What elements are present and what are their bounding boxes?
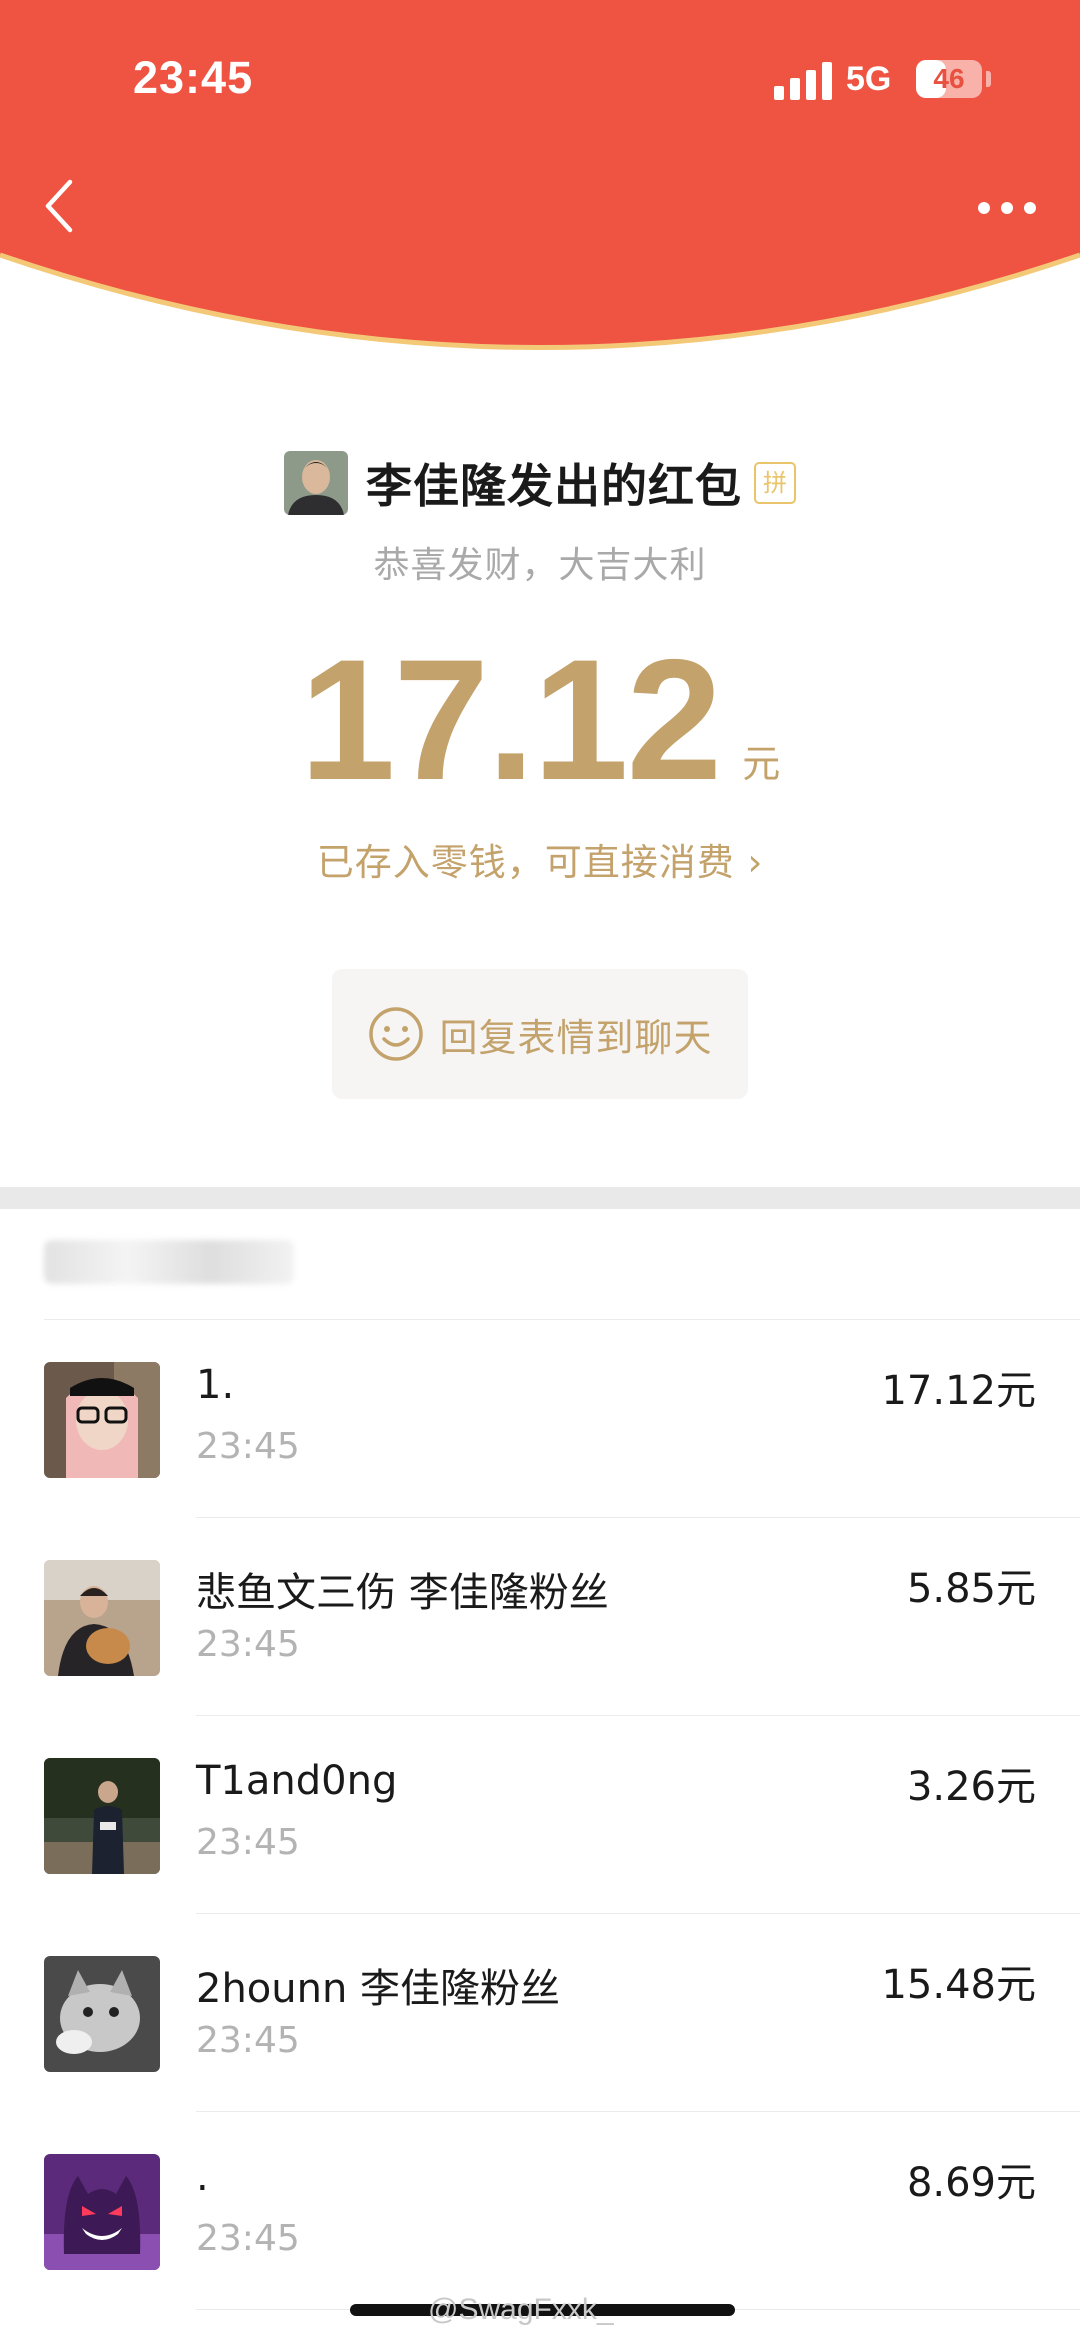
more-options-button[interactable]	[972, 190, 1042, 226]
recipient-row[interactable]: . 23:45 8.69元	[0, 2112, 1080, 2310]
recipient-time: 23:45	[196, 1426, 300, 1467]
recipient-time: 23:45	[196, 2218, 300, 2259]
watermark: @SwagFxxk_	[428, 2293, 614, 2326]
recipient-name: 1.	[196, 1362, 235, 1408]
recipient-name: .	[196, 2154, 209, 2200]
recipient-row[interactable]: 2hounn 李佳隆粉丝 23:45 15.48元	[0, 1914, 1080, 2112]
recipient-name: 悲鱼文三伤 李佳隆粉丝	[196, 1570, 609, 1616]
recipient-name: T1and0ng	[196, 1758, 398, 1804]
status-time: 23:45	[133, 52, 254, 103]
sender-row: 李佳隆发出的红包 拼	[0, 448, 1080, 518]
blurred-summary	[44, 1240, 294, 1284]
blessing-text: 恭喜发财，大吉大利	[373, 545, 707, 586]
recipient-avatar[interactable]	[44, 1956, 160, 2072]
recipient-amount: 5.85元	[906, 1566, 1036, 1612]
recipient-time: 23:45	[196, 1624, 300, 1665]
recipient-row[interactable]: 悲鱼文三伤 李佳隆粉丝 23:45 5.85元	[0, 1518, 1080, 1716]
recipient-amount: 3.26元	[906, 1764, 1036, 1810]
reply-sticker-button[interactable]: 回复表情到聊天	[332, 969, 748, 1099]
red-packet-header: 23:45 5G 46	[0, 0, 1080, 365]
recipient-row[interactable]: T1and0ng 23:45 3.26元	[0, 1716, 1080, 1914]
reply-button-label: 回复表情到聊天	[439, 1015, 713, 1060]
recipient-avatar[interactable]	[44, 1758, 160, 1874]
back-button[interactable]	[36, 176, 86, 236]
signal-icon	[774, 60, 832, 100]
battery-icon: 46	[916, 60, 982, 98]
section-divider	[0, 1187, 1080, 1209]
recipient-amount: 17.12元	[881, 1368, 1036, 1414]
group-badge: 拼	[754, 462, 796, 504]
battery-level: 46	[933, 63, 965, 94]
recipient-row[interactable]: 1. 23:45 17.12元	[0, 1320, 1080, 1518]
recipient-amount: 15.48元	[881, 1962, 1036, 2008]
recipient-time: 23:45	[196, 1822, 300, 1863]
recipient-time: 23:45	[196, 2020, 300, 2061]
recipient-avatar[interactable]	[44, 1560, 160, 1676]
sender-avatar[interactable]	[284, 451, 348, 515]
sender-title: 李佳隆发出的红包	[366, 459, 742, 513]
recipient-name: 2hounn 李佳隆粉丝	[196, 1966, 561, 2012]
recipient-avatar[interactable]	[44, 1362, 160, 1478]
network-label: 5G	[846, 60, 892, 98]
amount-value: 17.12	[299, 624, 722, 816]
battery-tip	[986, 71, 991, 87]
amount-row: 17.12 元	[0, 624, 1080, 816]
chevron-left-icon	[45, 179, 73, 233]
recipient-amount: 8.69元	[906, 2160, 1036, 2206]
more-dots-icon	[978, 202, 990, 214]
recipient-avatar[interactable]	[44, 2154, 160, 2270]
wallet-change-link[interactable]: 已存入零钱，可直接消费 ›	[0, 832, 1080, 886]
smiley-icon	[369, 1007, 424, 1061]
amount-unit: 元	[742, 742, 781, 786]
